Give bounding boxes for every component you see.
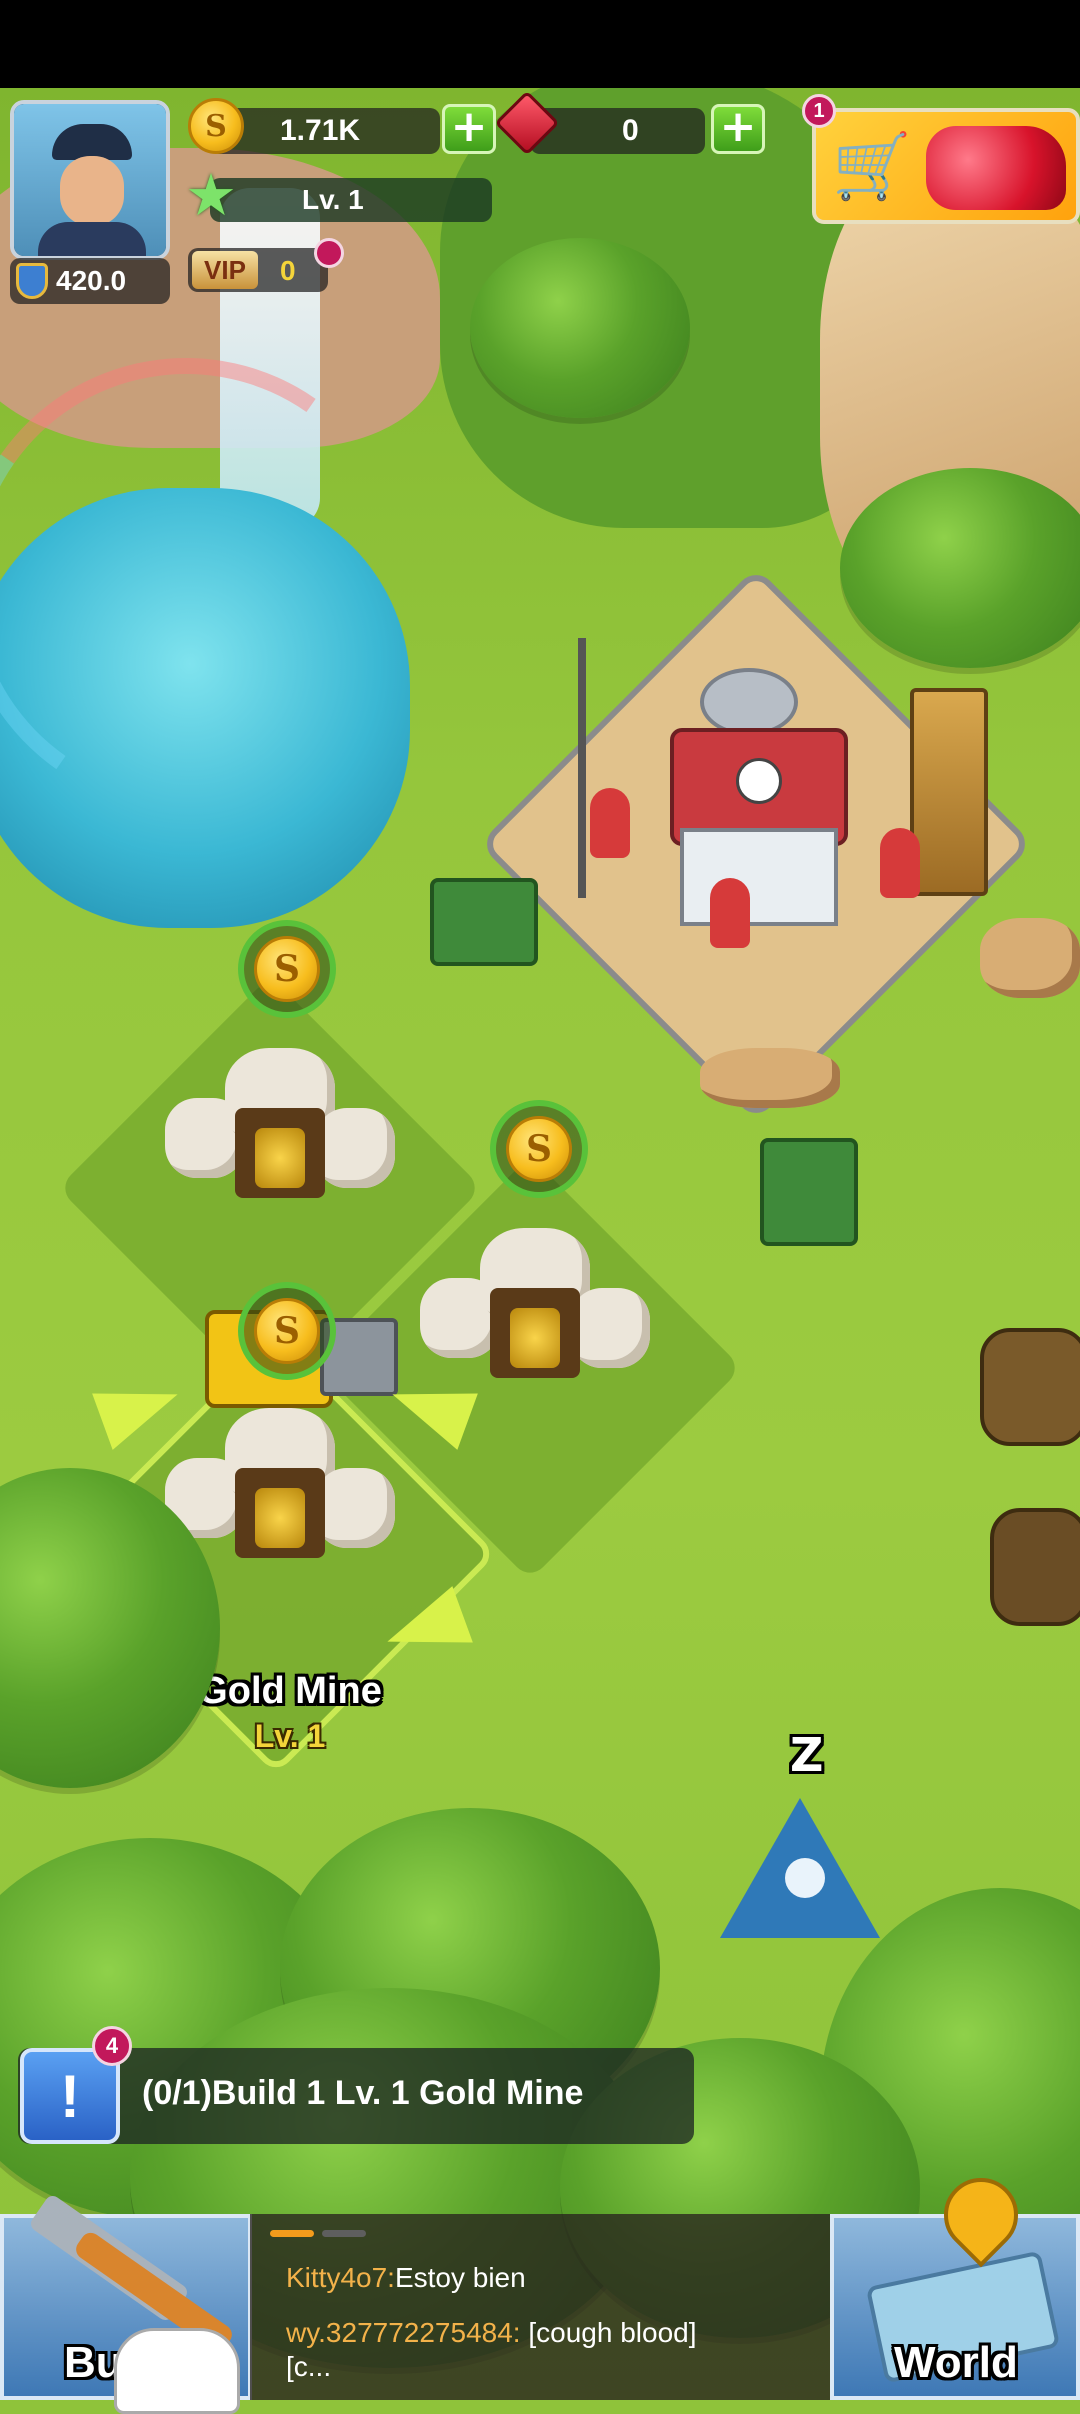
collect-gold-button[interactable]: S xyxy=(238,1282,336,1380)
exclamation-icon: ! xyxy=(60,2063,80,2130)
gem-resource-bar: 0 xyxy=(530,108,705,154)
chat-text: Estoy bien xyxy=(394,2262,526,2293)
vip-badge[interactable]: VIP xyxy=(192,251,258,289)
building-level-label: Lv. 1 xyxy=(254,1718,326,1754)
gold-mine[interactable] xyxy=(420,1228,650,1398)
power-value: 420.0 xyxy=(56,265,127,296)
gold-coin-icon: S xyxy=(254,1298,320,1364)
add-gems-button[interactable]: + xyxy=(711,104,765,154)
collect-gold-button[interactable]: S xyxy=(238,920,336,1018)
gem-amount: 0 xyxy=(622,114,639,147)
headquarters-building[interactable] xyxy=(660,668,850,928)
power-display: 420.0 xyxy=(10,258,170,304)
status-bar xyxy=(0,0,1080,88)
sandbag xyxy=(700,1048,840,1108)
soldier xyxy=(880,828,920,898)
soldier xyxy=(590,788,630,858)
quest-text: (0/1)Build 1 Lv. 1 Gold Mine xyxy=(142,2074,584,2112)
world-label: World xyxy=(894,2338,1018,2387)
chat-page-indicator xyxy=(270,2230,314,2237)
gem-pile-icon xyxy=(926,126,1066,210)
vip-bar: VIP 0 xyxy=(188,248,328,292)
supply-crate[interactable] xyxy=(430,878,538,966)
chat-panel[interactable]: Kitty4o7:Estoy bien wy.327772275484: [co… xyxy=(250,2214,830,2400)
gold-resource-bar: 1.71K xyxy=(210,108,440,154)
enemy-unit[interactable] xyxy=(980,1328,1080,1446)
shop-button[interactable]: 🛒 xyxy=(812,108,1080,224)
player-avatar[interactable] xyxy=(10,100,170,260)
gold-coin-icon: S xyxy=(506,1116,572,1182)
quest-badge: 4 xyxy=(92,2026,132,2066)
build-button[interactable]: Bu xyxy=(0,2192,252,2414)
chat-username[interactable]: Kitty4o7: xyxy=(286,2262,395,2293)
supply-crate[interactable] xyxy=(760,1138,858,1246)
shopping-cart-icon: 🛒 xyxy=(832,130,912,204)
barracks-tent[interactable] xyxy=(690,1788,890,1948)
vip-level-value: 0 xyxy=(280,255,296,286)
gold-coin-icon: S xyxy=(254,936,320,1002)
gold-coin-icon: S xyxy=(188,98,244,154)
sleep-z-icon: Z xyxy=(790,1728,824,1782)
chat-message: wy.327772275484: [cough blood][c... xyxy=(286,2316,706,2384)
soldier xyxy=(710,878,750,948)
antenna xyxy=(578,638,586,898)
level-star-icon: ★ xyxy=(185,161,237,229)
collect-gold-button[interactable]: S xyxy=(490,1100,588,1198)
chat-page-indicator xyxy=(322,2230,366,2237)
watchtower[interactable] xyxy=(910,688,988,896)
gold-amount: 1.71K xyxy=(280,114,361,147)
level-bar: Lv. 1 xyxy=(210,178,492,222)
sandbag xyxy=(980,918,1080,998)
vip-notification-dot xyxy=(314,238,344,268)
gold-mine[interactable] xyxy=(165,1048,395,1218)
tree xyxy=(840,468,1080,668)
shop-badge: 1 xyxy=(802,94,836,128)
world-button[interactable]: World xyxy=(830,2162,1080,2400)
tutorial-hand-icon xyxy=(114,2328,240,2414)
chat-message: Kitty4o7:Estoy bien xyxy=(286,2262,826,2294)
chat-username[interactable]: wy.327772275484: xyxy=(286,2317,521,2348)
add-gold-button[interactable]: + xyxy=(442,104,496,154)
enemy-unit[interactable] xyxy=(990,1508,1080,1626)
level-value: Lv. 1 xyxy=(302,184,364,215)
tree xyxy=(470,238,690,418)
shield-icon xyxy=(16,263,48,299)
